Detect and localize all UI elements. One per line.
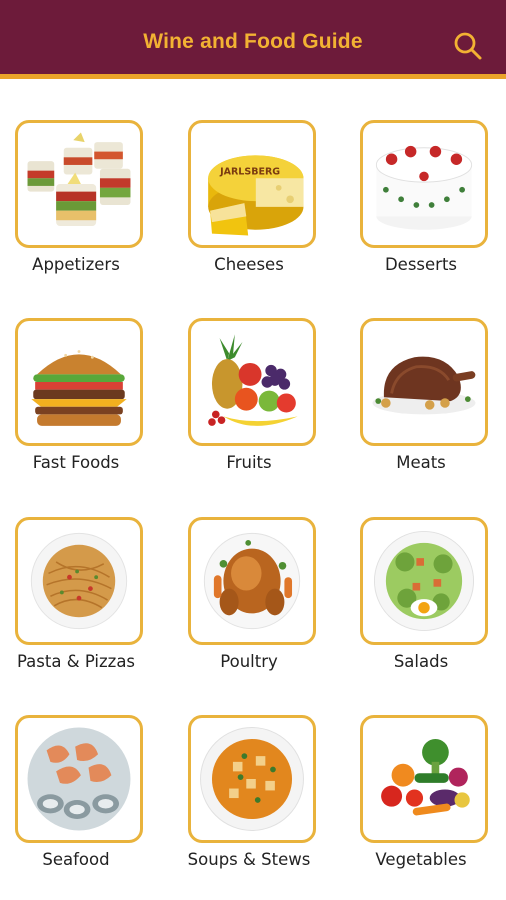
soup-image bbox=[188, 715, 316, 843]
cheese-logo-text: JARLSBERG bbox=[219, 166, 280, 177]
category-label: Cheeses bbox=[214, 255, 284, 274]
category-salads[interactable]: Salads bbox=[352, 517, 490, 677]
category-pasta-pizzas[interactable]: Pasta & Pizzas bbox=[7, 517, 145, 677]
category-label: Soups & Stews bbox=[187, 850, 311, 869]
category-label: Fruits bbox=[226, 453, 272, 472]
seafood-image bbox=[15, 715, 143, 843]
category-soups-stews[interactable]: Soups & Stews bbox=[180, 715, 318, 875]
category-appetizers[interactable]: Appetizers bbox=[7, 120, 145, 280]
appetizers-image bbox=[15, 120, 143, 248]
salad-image bbox=[360, 517, 488, 645]
category-label: Vegetables bbox=[375, 850, 467, 869]
category-poultry[interactable]: Poultry bbox=[180, 517, 318, 677]
roast-image bbox=[360, 318, 488, 446]
cheese-image: JARLSBERG bbox=[188, 120, 316, 248]
category-label: Poultry bbox=[220, 652, 278, 671]
category-seafood[interactable]: Seafood bbox=[7, 715, 145, 875]
category-meats[interactable]: Meats bbox=[352, 318, 490, 478]
category-label: Fast Foods bbox=[32, 453, 120, 472]
category-label: Meats bbox=[396, 453, 446, 472]
category-label: Desserts bbox=[384, 255, 458, 274]
category-label: Pasta & Pizzas bbox=[16, 652, 136, 671]
category-cheeses[interactable]: JARLSBERG Cheeses bbox=[180, 120, 318, 280]
category-desserts[interactable]: Desserts bbox=[352, 120, 490, 280]
cake-image bbox=[360, 120, 488, 248]
chicken-image bbox=[188, 517, 316, 645]
category-label: Seafood bbox=[42, 850, 110, 869]
category-label: Appetizers bbox=[32, 255, 120, 274]
fruits-image bbox=[188, 318, 316, 446]
category-fast-foods[interactable]: Fast Foods bbox=[7, 318, 145, 478]
category-grid: Appetizers JARLSBERG Cheeses Desserts Fa… bbox=[0, 0, 506, 900]
burger-image bbox=[15, 318, 143, 446]
category-label: Salads bbox=[393, 652, 449, 671]
category-fruits[interactable]: Fruits bbox=[180, 318, 318, 478]
pasta-image bbox=[15, 517, 143, 645]
category-vegetables[interactable]: Vegetables bbox=[352, 715, 490, 875]
vegetables-image bbox=[360, 715, 488, 843]
